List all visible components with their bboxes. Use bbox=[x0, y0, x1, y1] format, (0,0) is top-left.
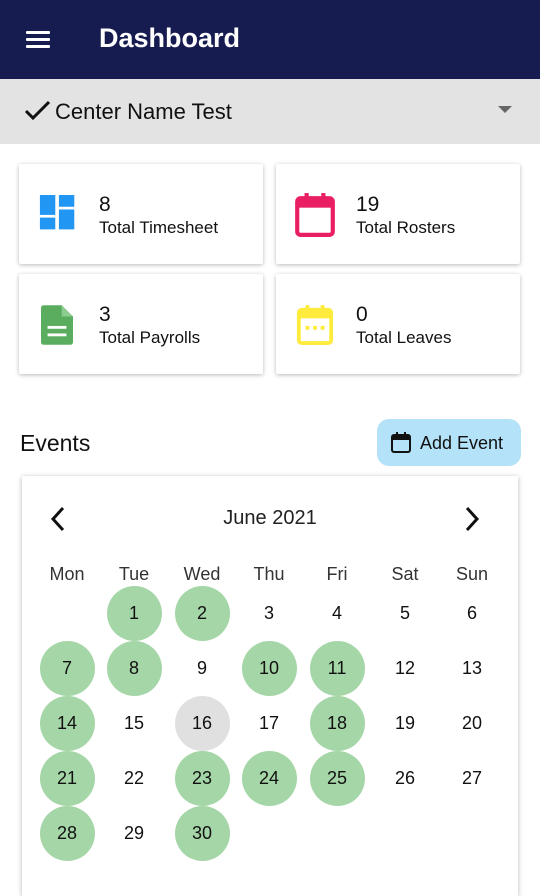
stat-label: Total Payrolls bbox=[99, 328, 201, 347]
stat-count: 19 bbox=[356, 193, 380, 216]
calendar-dots-icon bbox=[296, 305, 334, 345]
calendar-day[interactable]: 21 bbox=[39, 750, 95, 806]
calendar-day[interactable]: 16 bbox=[174, 695, 230, 751]
calendar-day[interactable]: 11 bbox=[309, 640, 365, 696]
add-event-label: Add Event bbox=[420, 433, 504, 453]
calendar-day[interactable]: 20 bbox=[445, 696, 500, 751]
center-name-label: Center Name Test bbox=[55, 99, 232, 124]
weekday-label: Thu bbox=[253, 564, 285, 584]
dashboard-grid-icon bbox=[39, 195, 75, 230]
menu-icon[interactable] bbox=[24, 28, 52, 52]
calendar-day[interactable]: 8 bbox=[106, 640, 162, 696]
weekday-label: Mon bbox=[49, 564, 85, 584]
calendar-day[interactable]: 13 bbox=[445, 641, 500, 696]
calendar-day[interactable]: 9 bbox=[175, 641, 230, 696]
calendar-day[interactable]: 7 bbox=[39, 640, 95, 696]
stat-label: Total Leaves bbox=[356, 328, 452, 347]
calendar-day[interactable]: 12 bbox=[378, 641, 433, 696]
calendar-day[interactable]: 5 bbox=[378, 586, 433, 641]
weekday-label: Sat bbox=[391, 564, 419, 584]
calendar-day[interactable]: 22 bbox=[107, 751, 162, 806]
stat-count: 8 bbox=[99, 193, 111, 216]
stat-count: 0 bbox=[356, 303, 368, 326]
document-icon bbox=[41, 305, 73, 345]
calendar-day[interactable]: 3 bbox=[242, 586, 297, 641]
stat-card-leaves[interactable]: 0 Total Leaves bbox=[276, 274, 520, 374]
weekday-label: Wed bbox=[183, 564, 221, 584]
chevron-left-icon[interactable] bbox=[48, 505, 68, 533]
calendar-day[interactable]: 24 bbox=[241, 750, 297, 806]
calendar-day[interactable]: 27 bbox=[445, 751, 500, 806]
calendar-day[interactable]: 1 bbox=[106, 585, 162, 641]
calendar-day[interactable]: 14 bbox=[39, 695, 95, 751]
calendar-day[interactable]: 25 bbox=[309, 750, 365, 806]
app-bar bbox=[0, 0, 540, 79]
check-icon bbox=[24, 100, 51, 121]
calendar-day[interactable]: 10 bbox=[241, 640, 297, 696]
calendar-day[interactable]: 18 bbox=[309, 695, 365, 751]
calendar-day[interactable]: 28 bbox=[39, 805, 95, 861]
calendar-month-label: June 2021 bbox=[223, 507, 317, 529]
dropdown-arrow-icon[interactable] bbox=[498, 106, 512, 113]
stat-card-payrolls[interactable]: 3 Total Payrolls bbox=[19, 274, 263, 374]
calendar-day[interactable]: 23 bbox=[174, 750, 230, 806]
stat-label: Total Timesheet bbox=[99, 218, 219, 237]
stat-count: 3 bbox=[99, 303, 111, 326]
calendar-day[interactable]: 4 bbox=[310, 586, 365, 641]
page-title: Dashboard bbox=[99, 23, 241, 53]
calendar-day[interactable]: 17 bbox=[242, 696, 297, 751]
weekday-label: Tue bbox=[118, 564, 150, 584]
calendar-day[interactable]: 2 bbox=[174, 585, 230, 641]
calendar-day[interactable]: 26 bbox=[378, 751, 433, 806]
stat-label: Total Rosters bbox=[356, 218, 456, 237]
weekday-label: Sun bbox=[455, 564, 489, 584]
chevron-right-icon[interactable] bbox=[462, 505, 482, 533]
calendar-day[interactable]: 29 bbox=[107, 806, 162, 861]
calendar-day[interactable]: 19 bbox=[378, 696, 433, 751]
calendar-day[interactable]: 6 bbox=[445, 586, 500, 641]
add-event-button[interactable]: Add Event bbox=[377, 419, 521, 466]
calendar-day[interactable]: 30 bbox=[174, 805, 230, 861]
stat-card-rosters[interactable]: 19 Total Rosters bbox=[276, 164, 520, 264]
events-heading: Events bbox=[20, 430, 91, 456]
weekday-label: Fri bbox=[326, 564, 348, 584]
calendar-icon bbox=[391, 432, 411, 453]
calendar-icon bbox=[295, 193, 335, 237]
stat-card-timesheet[interactable]: 8 Total Timesheet bbox=[19, 164, 263, 264]
calendar-day[interactable]: 15 bbox=[107, 696, 162, 751]
